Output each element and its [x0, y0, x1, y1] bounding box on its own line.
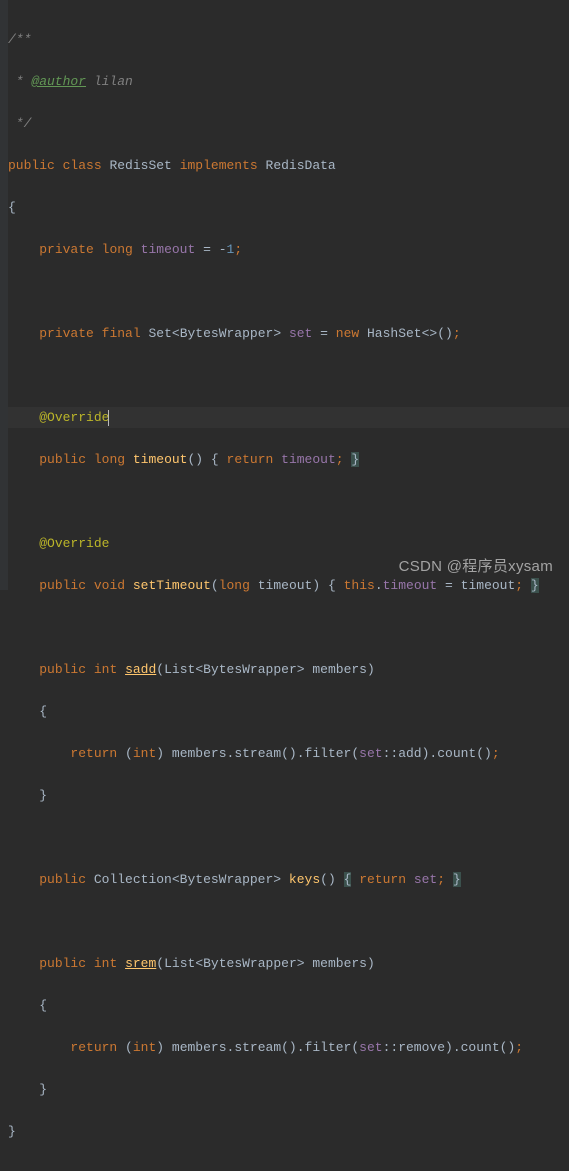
code-line[interactable]: public Collection<BytesWrapper> keys() {…	[8, 869, 569, 890]
code-line[interactable]: private final Set<BytesWrapper> set = ne…	[8, 323, 569, 344]
code-line[interactable]	[8, 281, 569, 302]
code-editor[interactable]: /** * @author lilan */ public class Redi…	[0, 0, 569, 1171]
code-line[interactable]: * @author lilan	[8, 71, 569, 92]
doc-close: */	[8, 116, 31, 131]
watermark-text: CSDN @程序员xysam	[399, 555, 553, 576]
code-line[interactable]: private long timeout = -1;	[8, 239, 569, 260]
code-line[interactable]: return (int) members.stream().filter(set…	[8, 1037, 569, 1058]
code-line[interactable]: {	[8, 197, 569, 218]
author-tag: @author	[31, 74, 86, 89]
code-line[interactable]: {	[8, 995, 569, 1016]
code-line[interactable]	[8, 365, 569, 386]
code-line[interactable]: public class RedisSet implements RedisDa…	[8, 155, 569, 176]
code-line[interactable]: return (int) members.stream().filter(set…	[8, 743, 569, 764]
code-line[interactable]: }	[8, 1079, 569, 1100]
code-line[interactable]: {	[8, 701, 569, 722]
code-line[interactable]	[8, 491, 569, 512]
code-line[interactable]: public int srem(List<BytesWrapper> membe…	[8, 953, 569, 974]
code-line[interactable]: */	[8, 113, 569, 134]
author-name: lilan	[86, 74, 133, 89]
code-line[interactable]: public void setTimeout(long timeout) { t…	[8, 575, 569, 596]
code-line[interactable]: public int sadd(List<BytesWrapper> membe…	[8, 659, 569, 680]
code-line[interactable]	[8, 617, 569, 638]
code-line[interactable]: }	[8, 785, 569, 806]
code-line[interactable]: /**	[8, 29, 569, 50]
code-line[interactable]: @Override	[8, 533, 569, 554]
text-caret	[108, 410, 109, 426]
doc-open: /**	[8, 32, 31, 47]
doc-star: *	[8, 74, 31, 89]
editor-gutter	[0, 0, 8, 590]
code-line[interactable]	[8, 827, 569, 848]
code-line[interactable]: public long timeout() { return timeout; …	[8, 449, 569, 470]
code-line[interactable]: }	[8, 1121, 569, 1142]
code-line-current[interactable]: @Override	[8, 407, 569, 428]
code-line[interactable]	[8, 911, 569, 932]
